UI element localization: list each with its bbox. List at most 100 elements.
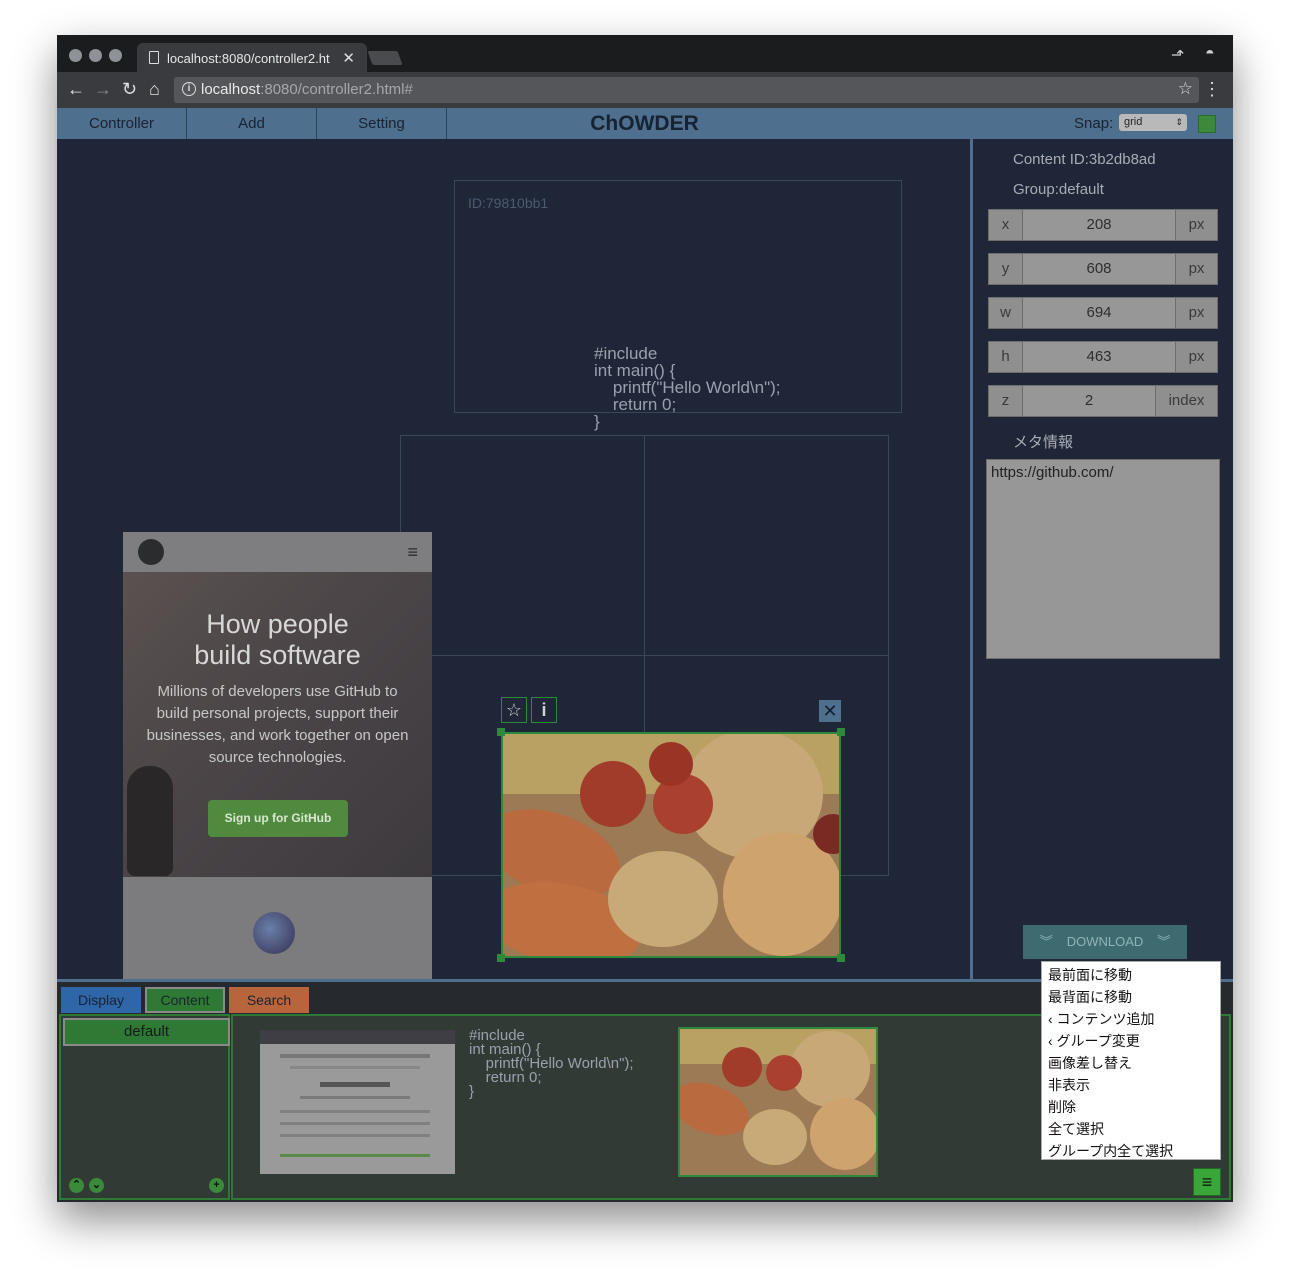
- github-lower-section: [123, 877, 432, 979]
- github-heading: How people build software: [194, 609, 361, 670]
- chevron-up-icon[interactable]: ⌃: [69, 1178, 84, 1193]
- ctx-replace-image[interactable]: 画像差し替え: [1048, 1053, 1132, 1073]
- prop-x-unit: px: [1175, 210, 1217, 240]
- close-window-button[interactable]: [69, 49, 82, 62]
- code-content[interactable]: #include int main() { printf("Hello Worl…: [594, 345, 781, 430]
- bookmark-star-icon[interactable]: ☆: [1178, 79, 1193, 99]
- app-menubar: Controller Add Setting ChOWDER Snap: gri…: [57, 108, 1233, 139]
- resize-handle[interactable]: [837, 954, 845, 962]
- menu-setting[interactable]: Setting: [317, 108, 447, 139]
- planet-illustration: [253, 912, 295, 954]
- vegetable-image-content[interactable]: [501, 732, 841, 958]
- grid-cell: [400, 435, 645, 656]
- home-icon[interactable]: ⌂: [149, 79, 160, 99]
- snap-toggle-icon[interactable]: [1198, 115, 1216, 133]
- url-path: :8080/controller2.html#: [260, 81, 413, 98]
- url-text[interactable]: localhost:8080/controller2.html#: [201, 81, 413, 98]
- prop-y-key: y: [989, 254, 1023, 284]
- app-title: ChOWDER: [590, 112, 699, 135]
- display-id-label: ID:79810bb1: [468, 195, 549, 211]
- url-host: localhost: [201, 81, 261, 98]
- tab-search[interactable]: Search: [229, 987, 309, 1013]
- ctx-send-to-back[interactable]: 最背面に移動: [1048, 987, 1132, 1007]
- tab-content[interactable]: Content: [145, 987, 225, 1013]
- menu-add[interactable]: Add: [187, 108, 317, 139]
- browser-menu-icon[interactable]: ⋮: [1203, 79, 1221, 100]
- menu-icon: ≡: [407, 542, 418, 562]
- tab-display[interactable]: Display: [61, 987, 141, 1013]
- group-list: default ⌃ ⌄ +: [59, 1014, 230, 1200]
- new-tab-button[interactable]: [367, 51, 403, 65]
- prop-h-unit: px: [1175, 342, 1217, 372]
- minimize-window-button[interactable]: [89, 49, 102, 62]
- back-icon[interactable]: ←: [67, 79, 85, 99]
- add-group-icon[interactable]: +: [209, 1178, 224, 1193]
- ctx-add-content[interactable]: ‹ コンテンツ追加: [1048, 1009, 1155, 1029]
- ctx-select-all[interactable]: 全て選択: [1048, 1119, 1104, 1139]
- vegetable-photo: [503, 734, 839, 956]
- content-thumbnail-webpage[interactable]: [260, 1030, 455, 1174]
- snap-label: Snap:: [1074, 115, 1114, 132]
- close-content-button[interactable]: ✕: [819, 700, 841, 722]
- github-hero: How people build software Millions of de…: [123, 572, 432, 877]
- group-label: Group:default: [1013, 181, 1104, 198]
- resize-handle[interactable]: [837, 728, 845, 736]
- prop-y-input[interactable]: 608: [1023, 254, 1175, 284]
- ctx-select-all-in-group[interactable]: グループ内全て選択: [1048, 1141, 1173, 1161]
- ctx-delete[interactable]: 削除: [1048, 1097, 1076, 1117]
- ctx-bring-to-front[interactable]: 最前面に移動: [1048, 965, 1132, 985]
- download-label: DOWNLOAD: [1066, 934, 1144, 949]
- resize-handle[interactable]: [497, 954, 505, 962]
- menu-controller[interactable]: Controller: [57, 108, 187, 139]
- content-thumbnail-code[interactable]: #include int main() { printf("Hello Worl…: [469, 1028, 634, 1099]
- snap-select-value: grid: [1124, 116, 1143, 128]
- browser-tab-title: localhost:8080/controller2.ht: [167, 51, 330, 66]
- content-menu-button[interactable]: ≡: [1193, 1168, 1221, 1196]
- hamburger-icon: ≡: [1201, 1172, 1213, 1192]
- prop-w-unit: px: [1175, 298, 1217, 328]
- prop-z-input[interactable]: 2: [1023, 386, 1155, 416]
- prop-z: z 2 index: [988, 385, 1218, 417]
- github-header: ≡: [123, 532, 432, 572]
- reload-icon[interactable]: ↻: [122, 79, 137, 99]
- content-id-label: Content ID:3b2db8ad: [1013, 151, 1156, 168]
- vegetable-thumbnail-image: [680, 1029, 876, 1175]
- chevron-down-icon[interactable]: ⌄: [89, 1178, 104, 1193]
- prop-w: w 694 px: [988, 297, 1218, 329]
- snap-select[interactable]: grid ⇕: [1119, 114, 1187, 131]
- octocat-image: [127, 766, 173, 876]
- browser-tab[interactable]: localhost:8080/controller2.ht ✕: [137, 43, 367, 73]
- prop-y-unit: px: [1175, 254, 1217, 284]
- info-button[interactable]: i: [531, 697, 557, 723]
- display-workspace[interactable]: ID:79810bb1 #include int main() { printf…: [57, 139, 970, 979]
- tab-close-icon[interactable]: ✕: [342, 49, 355, 67]
- browser-window: localhost:8080/controller2.ht ✕ ⬏ ◓ ← → …: [57, 35, 1233, 1202]
- download-button[interactable]: ︾ DOWNLOAD ︾: [1023, 925, 1187, 959]
- prop-w-key: w: [989, 298, 1023, 328]
- github-webpage-content[interactable]: ≡ How people build software Millions of …: [123, 532, 432, 979]
- group-item-default[interactable]: default: [63, 1018, 230, 1046]
- prop-y: y 608 px: [988, 253, 1218, 285]
- resize-handle[interactable]: [497, 728, 505, 736]
- extension-icon[interactable]: ⬏: [1171, 45, 1184, 65]
- meta-label: メタ情報: [1013, 434, 1074, 451]
- address-bar[interactable]: i localhost:8080/controller2.html# ☆: [174, 77, 1199, 103]
- github-logo-icon: [138, 539, 164, 565]
- github-signup-button: Sign up for GitHub: [208, 800, 348, 837]
- tab-strip: localhost:8080/controller2.ht ✕ ⬏ ◓: [57, 35, 1233, 73]
- property-panel: Content ID:3b2db8ad Group:default x 208 …: [973, 139, 1233, 979]
- prop-h: h 463 px: [988, 341, 1218, 373]
- ctx-hide[interactable]: 非表示: [1048, 1075, 1090, 1095]
- meta-textarea[interactable]: https://github.com/: [986, 459, 1220, 659]
- maximize-window-button[interactable]: [109, 49, 122, 62]
- chevron-double-down-icon: ︾: [1039, 934, 1053, 949]
- ctx-change-group[interactable]: ‹ グループ変更: [1048, 1031, 1140, 1051]
- forward-icon[interactable]: →: [94, 79, 112, 99]
- favorite-star-button[interactable]: ☆: [501, 697, 527, 723]
- grid-cell: [644, 435, 889, 656]
- content-thumbnail-image[interactable]: [678, 1027, 878, 1177]
- prop-h-input[interactable]: 463: [1023, 342, 1175, 372]
- prop-x-input[interactable]: 208: [1023, 210, 1175, 240]
- info-icon[interactable]: i: [182, 82, 196, 96]
- prop-w-input[interactable]: 694: [1023, 298, 1175, 328]
